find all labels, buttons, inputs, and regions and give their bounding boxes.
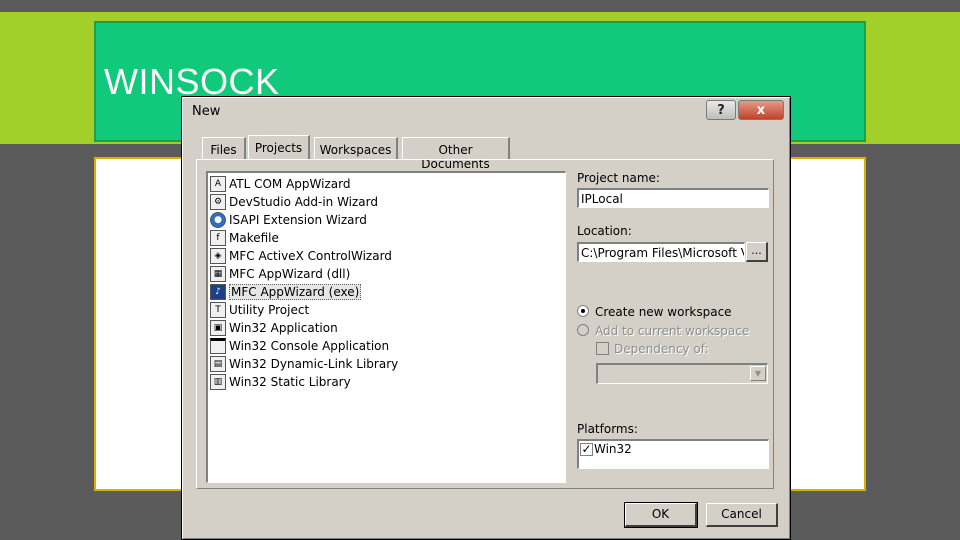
- platform-label: Win32: [594, 442, 632, 456]
- addin-icon: ⚙: [210, 194, 226, 210]
- lib-icon: ▥: [210, 374, 226, 390]
- add-workspace-label: Add to current workspace: [595, 324, 750, 338]
- list-item[interactable]: ⚙ DevStudio Add-in Wizard: [210, 193, 550, 211]
- help-button[interactable]: ?: [706, 100, 736, 120]
- globe-icon: ●: [210, 212, 226, 228]
- dll-icon: ▤: [210, 356, 226, 372]
- project-name-input[interactable]: IPLocal: [577, 188, 769, 208]
- close-button[interactable]: x: [738, 100, 784, 120]
- location-label: Location:: [577, 224, 632, 238]
- create-workspace-label: Create new workspace: [595, 305, 732, 319]
- dependency-select[interactable]: ▼: [596, 363, 768, 384]
- close-icon: x: [756, 102, 766, 118]
- list-item-label: MFC AppWizard (exe): [229, 284, 362, 300]
- list-item-label: MFC ActiveX ControlWizard: [229, 249, 392, 263]
- atl-icon: A: [210, 176, 226, 192]
- platforms-label: Platforms:: [577, 422, 638, 436]
- dialog-title: New: [192, 104, 221, 119]
- win32-app-icon: ▣: [210, 320, 226, 336]
- add-workspace-radio[interactable]: [577, 324, 589, 336]
- tab-files[interactable]: Files: [202, 137, 246, 159]
- list-item-label: DevStudio Add-in Wizard: [229, 195, 379, 209]
- list-item[interactable]: ▣ Win32 Application: [210, 319, 550, 337]
- list-item[interactable]: f Makefile: [210, 229, 550, 247]
- tab-workspaces[interactable]: Workspaces: [314, 137, 398, 159]
- project-type-list[interactable]: A ATL COM AppWizard ⚙ DevStudio Add-in W…: [206, 171, 566, 483]
- list-item[interactable]: ▦ MFC AppWizard (dll): [210, 265, 550, 283]
- list-item-label: Win32 Console Application: [229, 339, 390, 353]
- list-item-label: MFC AppWizard (dll): [229, 267, 351, 281]
- list-item-label: ISAPI Extension Wizard: [229, 213, 367, 227]
- chevron-down-icon: ▼: [750, 366, 766, 381]
- new-dialog: New ? x Files Projects Workspaces Other …: [181, 96, 791, 540]
- help-icon: ?: [717, 102, 725, 118]
- list-item[interactable]: ♪ MFC AppWizard (exe): [210, 283, 550, 301]
- list-item[interactable]: ● ISAPI Extension Wizard: [210, 211, 550, 229]
- cancel-button[interactable]: Cancel: [706, 503, 778, 527]
- list-item-label: Win32 Dynamic-Link Library: [229, 357, 399, 371]
- activex-icon: ◈: [210, 248, 226, 264]
- dependency-label: Dependency of:: [614, 342, 709, 356]
- platform-checkbox[interactable]: ✓: [580, 443, 593, 456]
- create-workspace-radio[interactable]: [577, 305, 589, 317]
- mfc-dll-icon: ▦: [210, 266, 226, 282]
- project-name-label: Project name:: [577, 171, 660, 185]
- list-item[interactable]: ▥ Win32 Static Library: [210, 373, 550, 391]
- list-item[interactable]: T Utility Project: [210, 301, 550, 319]
- location-input[interactable]: C:\Program Files\Microsoft Visua: [577, 242, 745, 262]
- dependency-checkbox[interactable]: [596, 342, 609, 355]
- list-item[interactable]: ▤ Win32 Dynamic-Link Library: [210, 355, 550, 373]
- list-item-label: Win32 Application: [229, 321, 338, 335]
- utility-icon: T: [210, 302, 226, 318]
- browse-button[interactable]: ...: [746, 242, 768, 262]
- list-item-label: Makefile: [229, 231, 279, 245]
- mfc-exe-icon: ♪: [210, 284, 226, 300]
- makefile-icon: f: [210, 230, 226, 246]
- tab-projects[interactable]: Projects: [248, 135, 310, 159]
- tab-other-documents[interactable]: Other Documents: [402, 137, 510, 171]
- top-band: [0, 0, 960, 12]
- list-item[interactable]: A ATL COM AppWizard: [210, 175, 550, 193]
- console-icon: [210, 338, 226, 354]
- list-item[interactable]: ◈ MFC ActiveX ControlWizard: [210, 247, 550, 265]
- list-item[interactable]: Win32 Console Application: [210, 337, 550, 355]
- list-item-label: Win32 Static Library: [229, 375, 351, 389]
- platforms-list[interactable]: ✓ Win32: [577, 439, 769, 469]
- dialog-titlebar: New ? x: [184, 99, 788, 123]
- list-item-label: Utility Project: [229, 303, 310, 317]
- ok-button[interactable]: OK: [624, 502, 698, 528]
- list-item-label: ATL COM AppWizard: [229, 177, 351, 191]
